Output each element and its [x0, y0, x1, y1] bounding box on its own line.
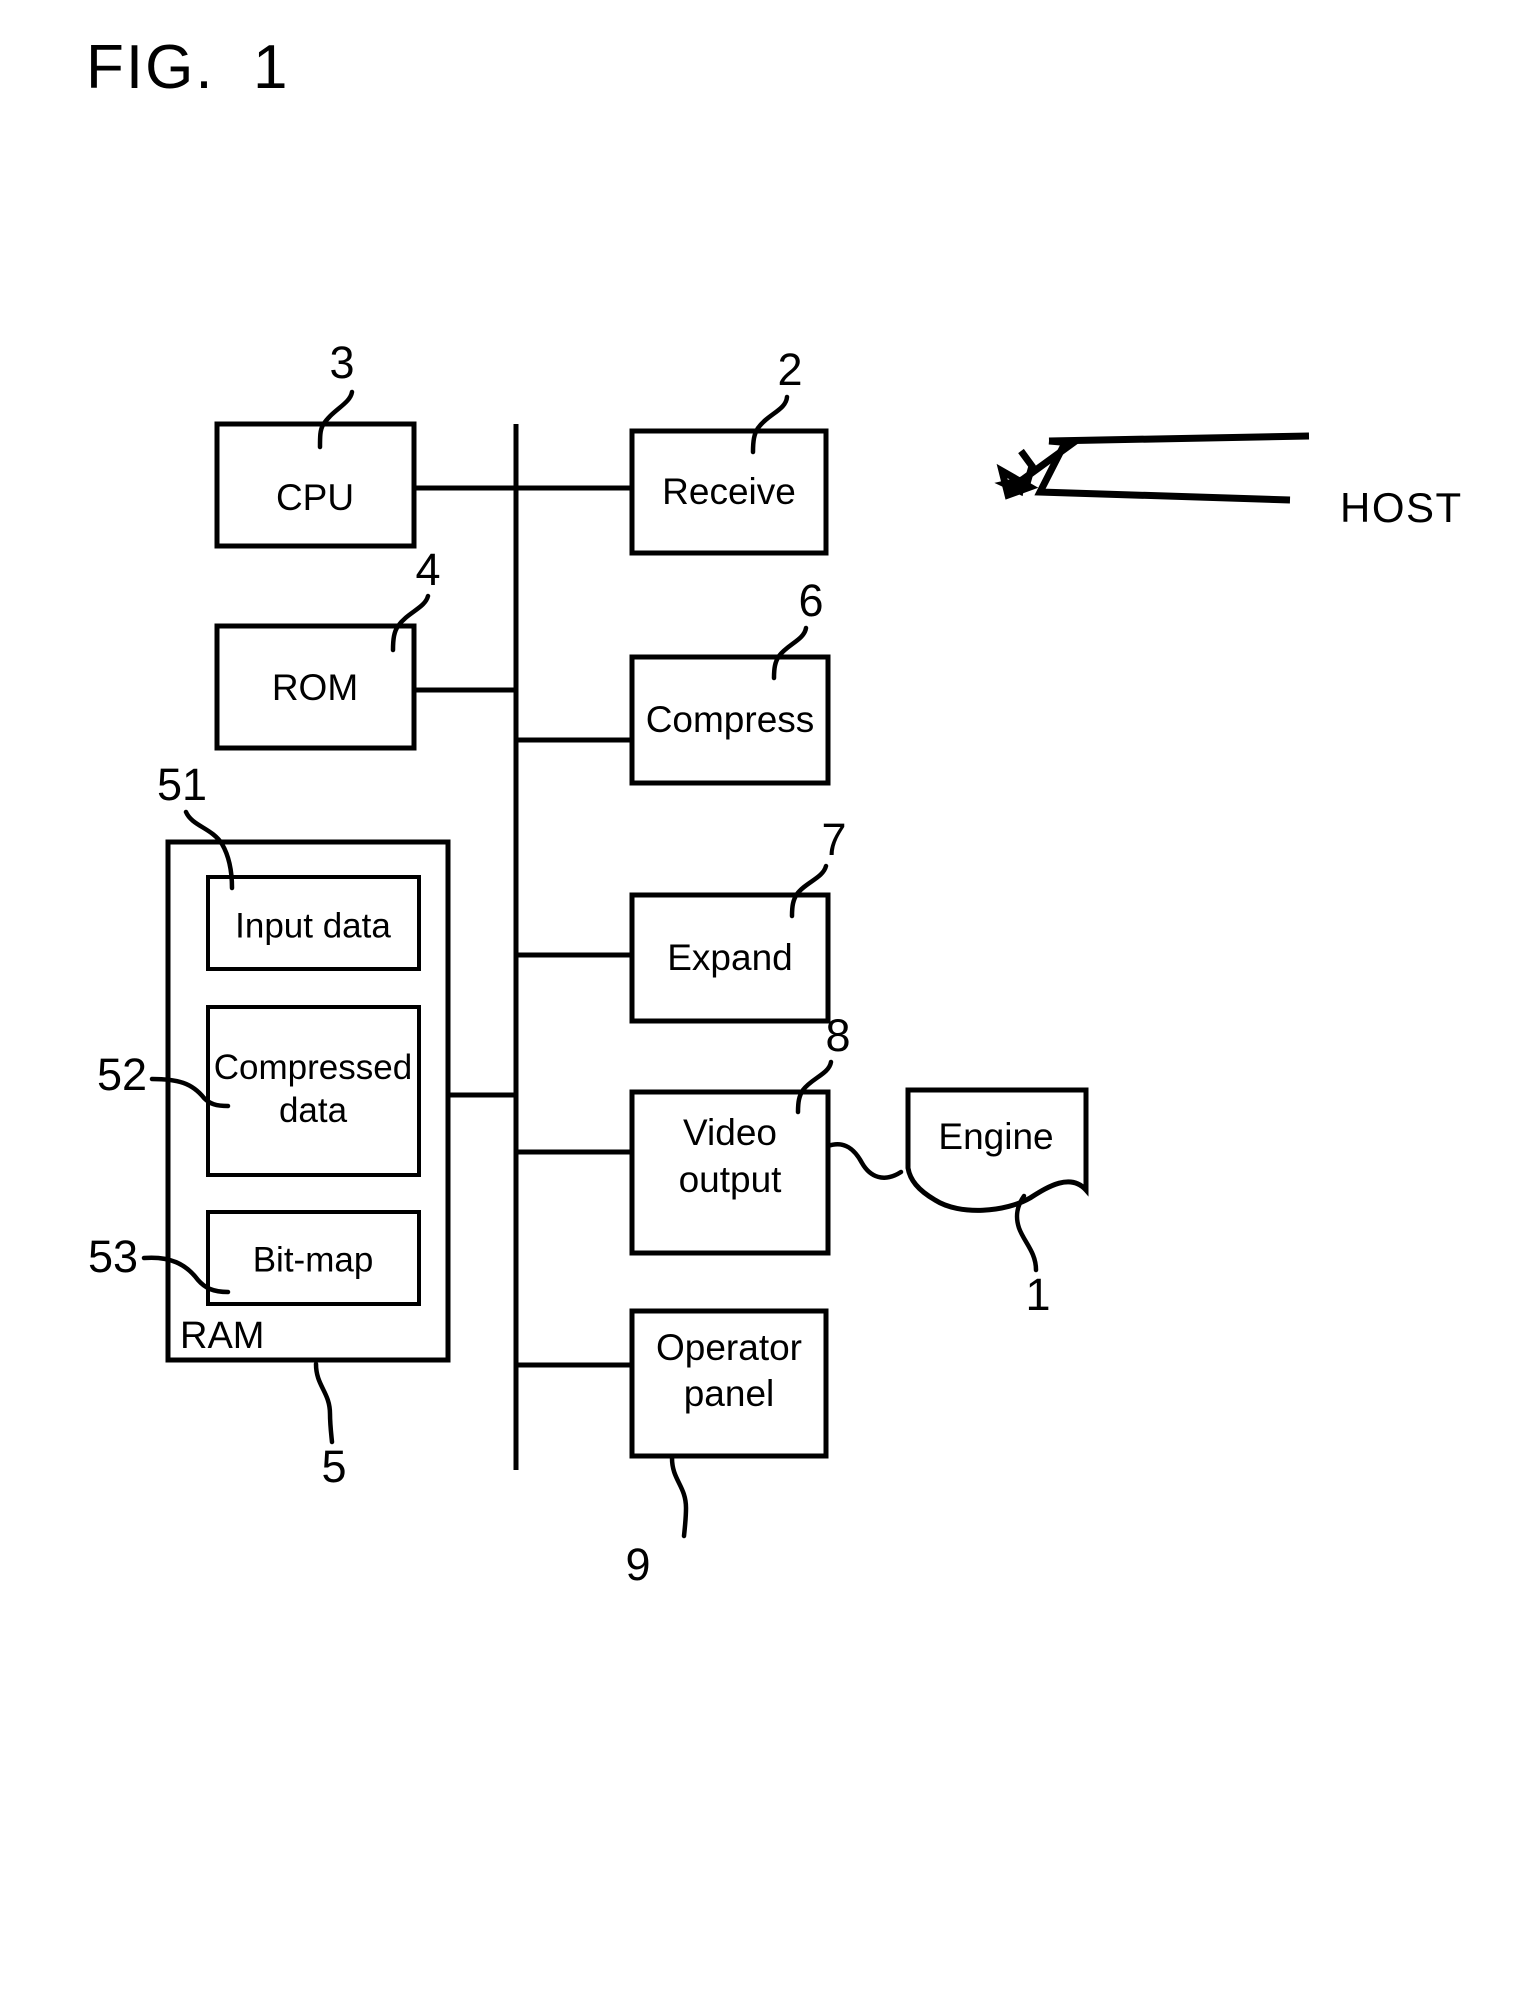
- region-compressed-data-label-1: Compressed: [214, 1048, 412, 1087]
- leader-line-ram: [313, 1361, 335, 1445]
- host-lightning-segment-3-icon: [1034, 441, 1291, 504]
- block-video-output-label-2: output: [679, 1159, 783, 1200]
- block-operator-panel-label-1: Operator: [656, 1327, 802, 1368]
- region-input-data-label: Input data: [235, 906, 391, 945]
- figure-root: FIG. 1 CPU 3 ROM 4 RAM 5 Input data 51 C…: [0, 0, 1534, 1994]
- ref-number-compressed-data: 52: [97, 1049, 147, 1100]
- leader-line-engine: [1014, 1193, 1039, 1273]
- block-diagram: CPU 3 ROM 4 RAM 5 Input data 51 Compress…: [88, 337, 1463, 1590]
- host-lightning-segment-2-icon: [1048, 432, 1310, 445]
- ref-number-cpu: 3: [329, 337, 354, 388]
- block-video-output-label-1: Video: [683, 1112, 777, 1153]
- wire-video-output-to-engine: [825, 1142, 904, 1180]
- ref-number-engine: 1: [1025, 1269, 1050, 1320]
- block-expand-label: Expand: [667, 937, 793, 978]
- ref-number-expand: 7: [821, 814, 846, 865]
- block-compress-label: Compress: [646, 699, 815, 740]
- block-ram-label: RAM: [180, 1315, 264, 1357]
- ref-number-compress: 6: [798, 575, 823, 626]
- ref-number-ram: 5: [321, 1441, 346, 1492]
- region-bitmap-label: Bit-map: [253, 1240, 374, 1279]
- ref-number-video-output: 8: [825, 1010, 850, 1061]
- block-operator-panel-label-2: panel: [684, 1373, 775, 1414]
- leader-line-operator-panel: [669, 1455, 689, 1539]
- block-cpu-label: CPU: [276, 477, 354, 518]
- region-compressed-data-label-2: data: [279, 1091, 348, 1130]
- ref-number-rom: 4: [415, 544, 440, 595]
- ref-number-bitmap: 53: [88, 1231, 138, 1282]
- block-engine-label: Engine: [938, 1116, 1053, 1157]
- ref-number-input-data: 51: [157, 759, 207, 810]
- ref-number-operator-panel: 9: [625, 1539, 650, 1590]
- ref-number-receive: 2: [777, 344, 802, 395]
- block-receive-label: Receive: [662, 471, 796, 512]
- block-rom-label: ROM: [272, 667, 358, 708]
- host-label: HOST: [1340, 484, 1463, 531]
